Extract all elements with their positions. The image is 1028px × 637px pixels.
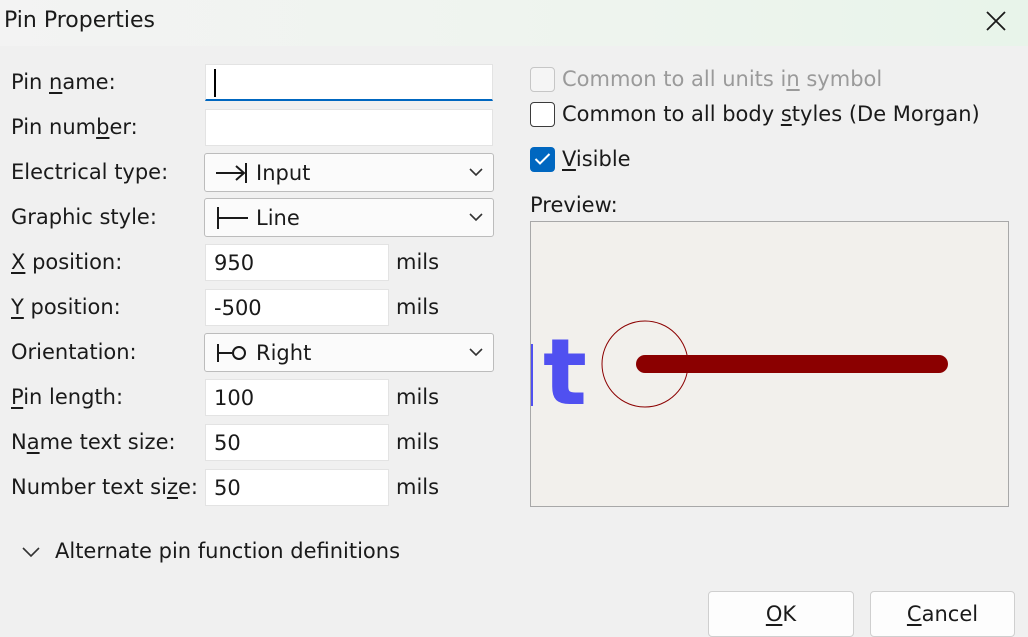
y-position-unit: mils (396, 295, 440, 319)
checkmark-icon (534, 153, 551, 165)
ok-button-label: OK (765, 602, 797, 626)
y-position-value: -500 (214, 296, 262, 320)
alternate-pin-functions-label: Alternate pin function definitions (55, 539, 401, 563)
name-text-size-label: Name text size: (11, 430, 176, 454)
common-units-label: Common to all units in symbol (562, 67, 883, 91)
graphic-style-value: Line (256, 206, 300, 230)
chevron-down-icon (22, 547, 40, 558)
close-button[interactable] (978, 4, 1014, 38)
orientation-value: Right (256, 341, 312, 365)
preview-canvas: t (530, 221, 1009, 507)
cancel-button-label: Cancel (906, 602, 979, 626)
name-text-size-input[interactable]: 50 (205, 424, 389, 461)
x-position-unit: mils (396, 250, 440, 274)
y-position-label: Y position: (11, 295, 121, 319)
name-text-size-value: 50 (214, 431, 241, 455)
pin-number-label: Pin number: (11, 115, 138, 139)
number-text-size-input[interactable]: 50 (205, 469, 389, 506)
pin-length-label: Pin length: (11, 385, 124, 409)
symbol-edge (531, 344, 533, 406)
ok-button[interactable]: OK (708, 591, 854, 637)
electrical-type-label: Electrical type: (11, 160, 169, 184)
graphic-style-select[interactable]: Line (204, 198, 494, 237)
pin-length-value: 100 (214, 386, 255, 410)
visible-label: Visible (562, 147, 631, 171)
pin-number-input[interactable] (205, 109, 493, 146)
pin-preview-graphic: t (531, 319, 948, 426)
cancel-button[interactable]: Cancel (870, 591, 1015, 637)
x-position-value: 950 (214, 251, 255, 275)
y-position-input[interactable]: -500 (205, 289, 389, 326)
common-body-styles-label: Common to all body styles (De Morgan) (562, 102, 980, 126)
pin-name-input[interactable] (205, 64, 493, 101)
pin-name-glyph: t (543, 319, 587, 426)
chevron-down-icon (469, 213, 483, 222)
x-position-input[interactable]: 950 (205, 244, 389, 281)
name-text-size-unit: mils (396, 430, 440, 454)
number-text-size-unit: mils (396, 475, 440, 499)
number-text-size-value: 50 (214, 476, 241, 500)
chevron-down-icon (469, 348, 483, 357)
input-pin-arrow-icon (216, 163, 247, 183)
common-units-checkbox[interactable] (530, 67, 555, 92)
number-text-size-label: Number text size: (11, 475, 198, 499)
pin-length-unit: mils (396, 385, 440, 409)
visible-checkbox[interactable] (530, 147, 555, 172)
window-title: Pin Properties (4, 8, 156, 33)
chevron-down-icon (469, 168, 483, 177)
line-style-icon (217, 207, 248, 229)
orientation-select[interactable]: Right (204, 333, 494, 372)
pin-length-input[interactable]: 100 (205, 379, 389, 416)
orientation-label: Orientation: (11, 340, 137, 364)
common-body-styles-checkbox[interactable] (530, 102, 555, 127)
pin-name-label: Pin name: (11, 70, 116, 94)
orientation-right-icon (217, 344, 246, 362)
title-bar: Pin Properties (0, 0, 1028, 46)
x-position-label: X position: (11, 250, 123, 274)
preview-label: Preview: (530, 193, 618, 217)
text-caret (214, 69, 216, 97)
close-icon (986, 11, 1006, 31)
electrical-type-value: Input (256, 161, 311, 185)
graphic-style-label: Graphic style: (11, 205, 157, 229)
electrical-type-select[interactable]: Input (204, 153, 494, 192)
